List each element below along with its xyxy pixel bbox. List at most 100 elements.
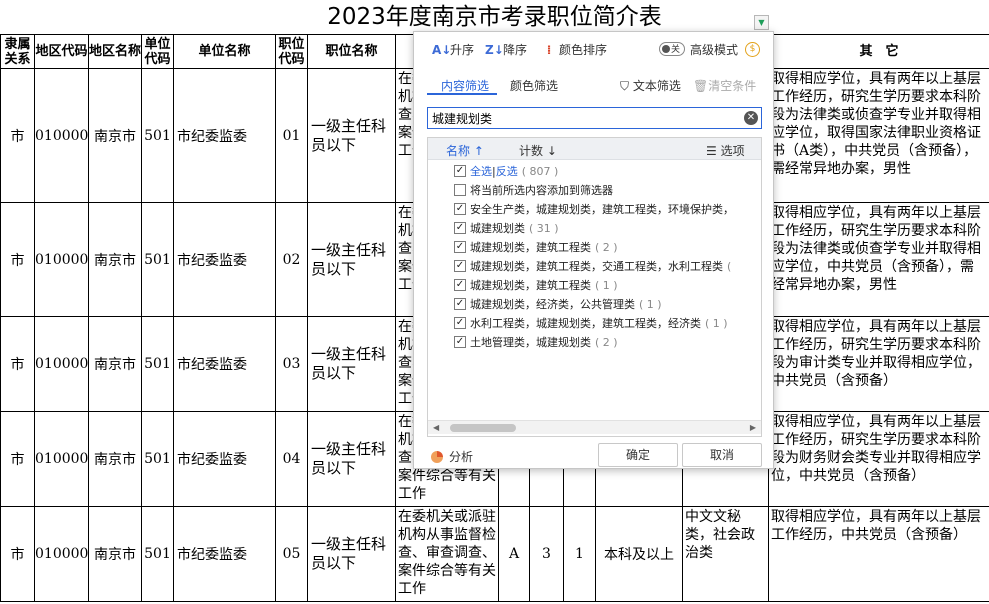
select-all-item[interactable]: ✓ 全选|反选( 807 ) [428, 162, 761, 181]
table-cell[interactable]: 1 [563, 506, 596, 602]
table-cell[interactable]: 市纪委监委 [173, 202, 276, 317]
color-sort-button[interactable]: ⁞ 颜色排序 [541, 42, 607, 58]
checkbox-checked-icon[interactable]: ✓ [454, 336, 466, 348]
advanced-mode-label[interactable]: 高级模式 [690, 42, 738, 58]
list-item[interactable]: ✓ 城建规划类 ( 31 ) [428, 219, 761, 238]
cancel-button[interactable]: 取消 [682, 443, 762, 467]
horizontal-scrollbar[interactable]: ◀ ▶ [428, 420, 761, 434]
table-cell[interactable]: 市纪委监委 [173, 316, 276, 412]
filter-search-box[interactable]: ✕ [427, 107, 762, 129]
table-cell[interactable]: 南京市 [88, 411, 142, 507]
header-cell[interactable]: 其 它 [768, 34, 989, 69]
analyze-button[interactable]: 分析 [431, 448, 473, 465]
pie-chart-icon [431, 451, 443, 463]
table-cell[interactable]: 010000 [34, 202, 89, 317]
table-cell[interactable]: 01 [275, 68, 308, 203]
table-cell[interactable]: 03 [275, 316, 308, 412]
table-cell[interactable]: 010000 [34, 411, 89, 507]
clear-conditions-button[interactable]: 🗑清空条件 [693, 77, 756, 94]
table-cell[interactable]: 取得相应学位，具有两年以上基层工作经历，研究生学历要求本科阶段为法律类或侦查学专… [768, 202, 989, 317]
checkbox-checked-icon[interactable]: ✓ [454, 222, 466, 234]
table-cell[interactable]: 本科及以上 [595, 506, 683, 602]
add-to-filter-item[interactable]: 将当前所选内容添加到筛选器 [428, 181, 761, 200]
table-cell[interactable]: 02 [275, 202, 308, 317]
list-item[interactable]: ✓ 城建规划类，建筑工程类 ( 1 ) [428, 276, 761, 295]
header-cell[interactable]: 隶属关系 [0, 34, 35, 69]
header-cell[interactable]: 单位名称 [173, 34, 276, 69]
sort-ascending-button[interactable]: A↓升序 [432, 42, 474, 58]
list-item[interactable]: ✓ 城建规划类，建筑工程类 ( 2 ) [428, 238, 761, 257]
list-item[interactable]: ✓ 城建规划类，建筑工程类，交通工程类，水利工程类 ( [428, 257, 761, 276]
checkbox-checked-icon[interactable]: ✓ [454, 260, 466, 272]
table-cell[interactable]: 取得相应学位，具有两年以上基层工作经历，研究生学历要求本科阶段为财务财会类专业并… [768, 411, 989, 507]
table-cell[interactable]: 市 [0, 506, 35, 602]
checkbox-checked-icon[interactable]: ✓ [454, 203, 466, 215]
table-cell[interactable]: 05 [275, 506, 308, 602]
table-cell[interactable]: A [498, 506, 530, 602]
table-cell[interactable]: 010000 [34, 506, 89, 602]
table-cell[interactable]: 南京市 [88, 68, 142, 203]
checkbox-checked-icon[interactable]: ✓ [454, 165, 466, 177]
header-cell[interactable]: 职位代码 [275, 34, 308, 69]
scroll-left-icon[interactable]: ◀ [433, 421, 439, 435]
select-all-link[interactable]: 全选 [470, 165, 492, 178]
text-filter-button[interactable]: ⛉ 文本筛选 [620, 77, 681, 94]
checkbox-checked-icon[interactable]: ✓ [454, 317, 466, 329]
filter-search-input[interactable] [432, 110, 732, 126]
table-cell[interactable]: 市纪委监委 [173, 411, 276, 507]
table-cell[interactable]: 3 [529, 506, 564, 602]
table-cell[interactable]: 一级主任科员以下 [307, 506, 396, 602]
list-item[interactable]: ✓ 土地管理类，城建规划类 ( 2 ) [428, 333, 761, 352]
header-cell[interactable]: 职位名称 [307, 34, 396, 69]
scroll-right-icon[interactable]: ▶ [750, 421, 756, 435]
table-cell[interactable]: 市 [0, 316, 35, 412]
table-cell[interactable]: 市 [0, 202, 35, 317]
sort-descending-button[interactable]: Z↓降序 [485, 42, 527, 58]
sort-by-count-button[interactable]: 计数 ↓ [519, 142, 557, 159]
table-cell[interactable]: 501 [141, 202, 174, 317]
table-cell[interactable]: 501 [141, 316, 174, 412]
filter-dropdown-icon[interactable]: ▼ [754, 15, 769, 30]
table-cell[interactable]: 取得相应学位，具有两年以上基层工作经历，研究生学历要求本科阶段为法律类或侦查学专… [768, 68, 989, 203]
scrollbar-thumb[interactable] [450, 424, 516, 432]
advanced-mode-toggle[interactable]: 关 [659, 42, 685, 56]
table-cell[interactable]: 市纪委监委 [173, 506, 276, 602]
table-cell[interactable]: 501 [141, 506, 174, 602]
table-cell[interactable]: 南京市 [88, 506, 142, 602]
table-cell[interactable]: 一级主任科员以下 [307, 411, 396, 507]
checkbox-checked-icon[interactable]: ✓ [454, 279, 466, 291]
tab-color-filter[interactable]: 颜色筛选 [510, 77, 558, 94]
table-cell[interactable]: 501 [141, 68, 174, 203]
table-cell[interactable]: 一级主任科员以下 [307, 316, 396, 412]
ok-button[interactable]: 确定 [598, 443, 678, 467]
invert-selection-link[interactable]: 反选 [496, 165, 518, 178]
header-cell[interactable]: 地区代码 [34, 34, 89, 69]
table-cell[interactable]: 一级主任科员以下 [307, 202, 396, 317]
list-item[interactable]: ✓ 安全生产类，城建规划类，建筑工程类，环境保护类， [428, 200, 761, 219]
table-cell[interactable]: 中文文秘类，社会政治类 [682, 506, 769, 602]
sort-by-name-button[interactable]: 名称 ↑ [446, 142, 484, 159]
table-cell[interactable]: 010000 [34, 68, 89, 203]
checkbox-checked-icon[interactable]: ✓ [454, 241, 466, 253]
list-item[interactable]: ✓ 城建规划类，经济类，公共管理类 ( 1 ) [428, 295, 761, 314]
checkbox-checked-icon[interactable]: ✓ [454, 298, 466, 310]
table-cell[interactable]: 市 [0, 68, 35, 203]
table-cell[interactable]: 南京市 [88, 316, 142, 412]
table-cell[interactable]: 南京市 [88, 202, 142, 317]
table-cell[interactable]: 市纪委监委 [173, 68, 276, 203]
tab-content-filter[interactable]: 内容筛选 [441, 77, 489, 94]
table-cell[interactable]: 取得相应学位，具有两年以上基层工作经历，研究生学历要求本科阶段为审计类专业并取得… [768, 316, 989, 412]
list-item[interactable]: ✓ 水利工程类，城建规划类，建筑工程类，经济类 ( 1 ) [428, 314, 761, 333]
options-button[interactable]: ☰ 选项 [706, 142, 745, 159]
table-cell[interactable]: 市 [0, 411, 35, 507]
table-cell[interactable]: 501 [141, 411, 174, 507]
checkbox-unchecked-icon[interactable] [454, 184, 466, 196]
table-cell[interactable]: 在委机关或派驻机构从事监督检查、审查调查、案件综合等有关工作 [395, 506, 499, 602]
table-cell[interactable]: 一级主任科员以下 [307, 68, 396, 203]
table-cell[interactable]: 010000 [34, 316, 89, 412]
table-cell[interactable]: 取得相应学位，具有两年以上基层工作经历，中共党员（含预备） [768, 506, 989, 602]
header-cell[interactable]: 单位代码 [141, 34, 174, 69]
header-cell[interactable]: 地区名称 [88, 34, 142, 69]
clear-search-icon[interactable]: ✕ [744, 111, 758, 125]
table-cell[interactable]: 04 [275, 411, 308, 507]
